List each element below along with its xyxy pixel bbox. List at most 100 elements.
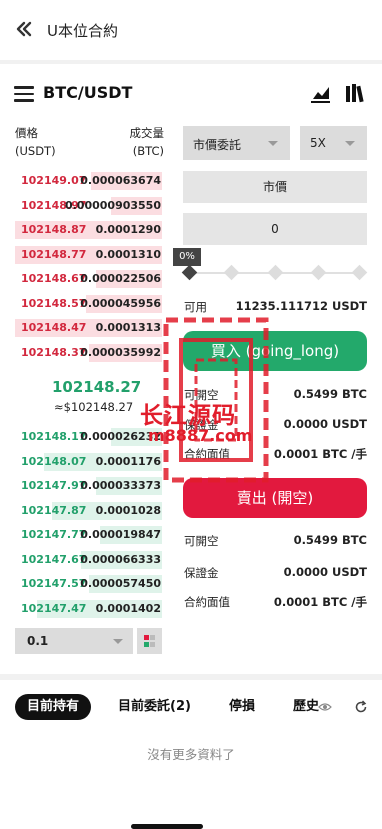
row-quantity: 0.000063674 [80,174,161,187]
slider-stop-75[interactable] [310,264,327,281]
row-quantity: 0.000066333 [80,552,161,566]
eye-icon[interactable] [318,701,332,713]
ask-row[interactable]: 102148.77 0.0001310 [15,243,162,268]
slider-stop-0[interactable] [181,264,198,281]
pair-symbol[interactable]: BTC/USDT [43,83,132,102]
buy-info-value: 0.5499 BTC [293,387,367,401]
ask-row[interactable]: 102148.87 0.0001290 [15,218,162,243]
row-price: 102148.87 [21,223,87,236]
leverage-select[interactable]: 5X [300,126,367,160]
positions-tabs: 目前持有 目前委託(2) 停損 歷史 [0,690,382,722]
bid-row[interactable]: 102147.67 0.000066333 [15,548,162,573]
ask-row[interactable]: 102148.97 0.00000903550 [15,194,162,219]
buy-info-value: 0.0001 BTC /手 [273,447,367,461]
available-label: 可用 [184,300,207,314]
amount-input[interactable]: 0 [183,213,367,245]
sell-info-value: 0.0000 USDT [283,565,367,579]
row-quantity: 0.000033373 [80,479,161,492]
divider [0,674,382,680]
sell-info-value: 0.0001 BTC /手 [273,595,367,609]
bid-list: 102148.17 0.000026232 102148.07 0.0001176 10… [15,425,162,621]
qty-column-header: 成交量 (BTC) [129,126,165,158]
watermark-text: 长江源码 [140,403,236,429]
depth-view-icon [144,635,155,647]
row-quantity: 0.0001028 [95,503,161,517]
last-price: 102148.27 [52,378,142,396]
row-price: 102148.07 [21,454,87,468]
row-quantity: 0.000035992 [80,345,161,359]
sell-info-value: 0.5499 BTC [293,533,367,547]
row-quantity: 0.000019847 [80,528,161,541]
slider-stop-50[interactable] [267,264,284,281]
double-chevron-left-icon[interactable] [14,19,34,39]
caret-down-icon [345,141,355,146]
ask-row[interactable]: 102149.07 0.000063674 [15,169,162,194]
tab-open-orders[interactable]: 目前委託(2) [118,694,191,720]
books-icon[interactable] [344,82,366,104]
caret-down-icon [268,141,278,146]
sell-info-label: 合約面值 [184,595,230,609]
bid-row[interactable]: 102147.97 0.000033373 [15,474,162,499]
row-price: 102148.67 [21,272,87,285]
sell-short-button[interactable]: 賣出 (開空) [183,478,367,518]
row-price: 102147.47 [21,601,87,615]
price-field[interactable]: 市價 [183,171,367,203]
row-price: 102147.87 [21,503,87,517]
row-price: 102148.37 [21,345,87,359]
row-quantity: 0.0001290 [95,223,161,236]
orderbook-view-toggle[interactable] [137,628,162,654]
bid-row[interactable]: 102148.07 0.0001176 [15,450,162,475]
page-title: U本位合約 [47,22,118,40]
home-indicator [131,824,203,829]
ask-row[interactable]: 102148.37 0.000035992 [15,341,162,366]
refresh-icon[interactable] [354,700,368,714]
pair-bar: BTC/USDT [0,76,382,112]
row-quantity: 0.000045956 [80,296,161,310]
row-quantity: 0.000022506 [80,272,161,285]
row-price: 102147.77 [21,528,87,541]
bid-row[interactable]: 102147.77 0.000019847 [15,523,162,548]
slider-percent-tag: 0% [173,248,201,266]
row-price: 102148.77 [21,247,87,261]
bid-row[interactable]: 102147.47 0.0001402 [15,597,162,622]
row-quantity: 0.0001402 [95,601,161,615]
row-price: 102148.47 [21,321,87,334]
row-quantity: 0.00000903550 [64,198,161,212]
tab-stop-loss[interactable]: 停損 [229,694,255,720]
tab-history[interactable]: 歷史 [293,694,319,720]
row-price: 102147.57 [21,577,87,590]
price-column-header: 價格 (USDT) [15,126,56,158]
tab-current-positions[interactable]: 目前持有 [15,694,92,720]
ask-row[interactable]: 102148.67 0.000022506 [15,267,162,292]
row-price: 102148.17 [21,430,87,443]
sell-info-label: 保證金 [184,566,219,580]
buy-long-button[interactable]: 買入 (going_long) [183,331,367,371]
sell-info-label: 可開空 [184,534,219,548]
row-price: 102147.97 [21,479,87,492]
row-quantity: 0.0001313 [95,321,161,334]
empty-message: 沒有更多資料了 [147,747,235,762]
amount-slider[interactable] [181,264,368,281]
depth-precision-select[interactable]: 0.1 [15,628,133,654]
row-quantity: 0.000057450 [80,577,161,590]
available-value: 11235.111712 USDT [235,299,367,313]
ask-list: 102149.07 0.000063674 102148.97 0.000009035… [15,169,162,365]
ask-row[interactable]: 102148.47 0.0001313 [15,316,162,341]
bid-row[interactable]: 102147.87 0.0001028 [15,499,162,524]
ask-row[interactable]: 102148.57 0.000045956 [15,292,162,317]
row-price: 102149.07 [21,174,87,187]
buy-info-label: 合約面值 [184,447,230,461]
row-price: 102147.67 [21,552,87,566]
slider-stop-100[interactable] [351,264,368,281]
order-type-select[interactable]: 市價委託 [183,126,290,160]
buy-info-value: 0.0000 USDT [283,417,367,431]
bid-row[interactable]: 102147.57 0.000057450 [15,572,162,597]
watermark-url: m8887.com [148,426,253,445]
line-chart-icon[interactable] [310,82,332,104]
row-price: 102148.57 [21,296,87,310]
slider-stop-25[interactable] [223,264,240,281]
hamburger-menu-icon[interactable] [14,86,34,102]
last-price-fiat: ≈$102148.27 [54,400,134,414]
row-quantity: 0.0001310 [95,247,161,261]
row-quantity: 0.0001176 [95,454,161,468]
